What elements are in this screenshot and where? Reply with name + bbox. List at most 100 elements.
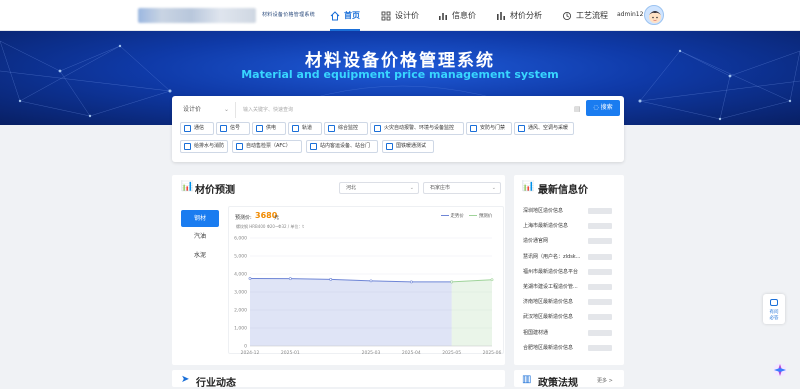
tag-fire-alarm[interactable]: 火灾自动报警、环境与设备监控 (370, 122, 464, 135)
tag-water-fire[interactable]: 给排水与消防 (180, 140, 228, 153)
tag-communication[interactable]: 通信 (180, 122, 214, 135)
nav-analysis[interactable]: 材价分析 (496, 0, 542, 31)
search-type-select[interactable]: 设计价 ⌄ (180, 102, 236, 118)
x-tick-label: 2025-05 (442, 350, 461, 356)
nav-analysis-label: 材价分析 (510, 11, 542, 20)
signal-icon (220, 125, 227, 132)
search-button[interactable]: ◌ 搜索 (586, 100, 620, 116)
tag-label: 供电 (266, 125, 277, 131)
tag-label: 通信 (194, 125, 205, 131)
news-item-date (588, 329, 612, 336)
news-item-title[interactable]: 祖国建材通 (523, 329, 583, 336)
search-card: 设计价 ⌄ 输入关键字、快速查询 ▤ ◌ 搜索 通信 信号 供电 轨道 综合监控 … (172, 96, 624, 162)
y-tick-label: 0 (244, 344, 247, 350)
y-tick-label: 2,000 (234, 308, 247, 314)
y-tick-label: 4,000 (234, 272, 247, 278)
predicted-label: 预测价: (235, 215, 252, 221)
username[interactable]: admin12 (617, 11, 643, 18)
news-item-date (588, 223, 612, 230)
news-item-date (588, 344, 612, 351)
chart-legend[interactable]: 走势价 预测价 (441, 213, 492, 219)
y-tick-label: 3,000 (234, 290, 247, 296)
process-icon (562, 11, 572, 20)
afc-icon (236, 143, 243, 150)
news-item-date (588, 284, 612, 290)
news-item-title[interactable]: 芜湖市建设工程造价管... (523, 283, 583, 290)
power-icon (256, 125, 263, 132)
tag-label: 安防与门禁 (480, 125, 506, 131)
avatar[interactable] (644, 5, 664, 25)
news-item-title[interactable]: 合肥地区最新造价信息 (523, 344, 583, 351)
nav-home[interactable]: 首页 (330, 0, 360, 31)
tab-cement[interactable]: 水泥 (181, 247, 219, 264)
tab-steel[interactable]: 钢材 (181, 210, 219, 227)
logo[interactable] (138, 8, 256, 23)
qa-float-button[interactable]: 有问 必答 (763, 294, 785, 324)
news-item-title[interactable]: 造价通官网 (523, 237, 583, 244)
tag-label: 轨道 (302, 125, 313, 131)
news-item-date (588, 299, 612, 306)
tag-track[interactable]: 轨道 (288, 122, 322, 135)
news-item-title[interactable]: 深圳地区造价信息 (523, 207, 583, 214)
policy-more-link[interactable]: 更多 > (597, 377, 613, 384)
news-item-date (588, 253, 612, 260)
x-tick-label: 2025-01 (281, 350, 300, 356)
nav-design-price-label: 设计价 (395, 11, 419, 20)
city-select[interactable]: 石家庄市 ⌄ (423, 182, 501, 194)
legend-trend-label: 走势价 (450, 214, 464, 219)
monitoring-icon (328, 125, 335, 132)
info-price-icon (439, 12, 447, 20)
news-item-title[interactable]: 上海市最新造价信息 (523, 222, 583, 229)
assistant-logo-icon[interactable] (772, 362, 788, 378)
tag-hvac[interactable]: 通风、空调与采暖 (514, 122, 574, 135)
tag-label: 给排水与消防 (194, 143, 225, 149)
top-header: 材料设备价格管理系统 首页 设计价 信息价 材价分析 工艺流程 admin12 (0, 0, 800, 31)
legend-forecast-swatch (469, 215, 478, 216)
chevron-down-icon: ⌄ (409, 185, 414, 191)
predicted-unit: 元 (274, 215, 280, 221)
spec-text: 螺纹钢 HRB400 Φ20~Φ32 / 单位：t (236, 224, 304, 229)
forecast-title: 材价预测 (195, 185, 235, 196)
tag-monitoring[interactable]: 综合监控 (324, 122, 368, 135)
data-point (450, 280, 454, 284)
chevron-down-icon: ⌄ (491, 185, 496, 191)
tag-label: 综合监控 (338, 125, 359, 131)
news-item-title[interactable]: 福州市最新造价信息平台 (523, 268, 583, 275)
chevron-down-icon: ⌄ (223, 106, 229, 113)
tag-signal[interactable]: 信号 (216, 122, 250, 135)
tag-station-equipment[interactable]: 站内客运设备、站台门 (306, 140, 378, 153)
tag-hvac-test[interactable]: 国铁暖通测试 (382, 140, 434, 153)
banner-subtitle: Material and equipment price management … (241, 68, 559, 81)
station-equipment-icon (310, 143, 317, 150)
nav-design-price[interactable]: 设计价 (381, 0, 419, 31)
search-input[interactable]: 输入关键字、快速查询 (240, 102, 580, 118)
tag-security[interactable]: 安防与门禁 (466, 122, 512, 135)
hvac-icon (518, 125, 525, 132)
data-point (369, 279, 373, 283)
x-tick-label: 2025-03 (362, 350, 381, 356)
data-point (329, 278, 333, 281)
water-fire-icon (184, 143, 191, 150)
tab-gasoline[interactable]: 汽油 (181, 228, 219, 245)
chat-bubble-icon (770, 299, 778, 306)
image-search-icon[interactable]: ▤ (574, 105, 583, 114)
tag-power[interactable]: 供电 (252, 122, 286, 135)
news-item-title[interactable]: 济南地区最新造价信息 (523, 298, 583, 305)
tag-label: 自动售检票（AFC） (246, 143, 291, 149)
province-select[interactable]: 河北 ⌄ (339, 182, 419, 194)
series-area (451, 279, 492, 346)
nav-process[interactable]: 工艺流程 (562, 0, 608, 31)
nav-info-price[interactable]: 信息价 (438, 0, 476, 31)
logo-subtext: 材料设备价格管理系统 (262, 12, 316, 18)
search-type-value: 设计价 (183, 106, 202, 113)
qa-label-2: 必答 (769, 316, 779, 321)
news-item-title[interactable]: 慧讯网（用户名：zldsk... (523, 253, 583, 260)
data-point (288, 277, 292, 281)
news-title: 最新信息价 (538, 185, 588, 196)
analysis-icon (497, 11, 505, 20)
news-item-title[interactable]: 武汉地区最新造价信息 (523, 313, 583, 320)
tag-afc[interactable]: 自动售检票（AFC） (232, 140, 302, 153)
x-tick-label: 2025-04 (402, 350, 421, 356)
communication-icon (184, 125, 191, 132)
bar-chart-icon: 📊 (522, 181, 535, 192)
